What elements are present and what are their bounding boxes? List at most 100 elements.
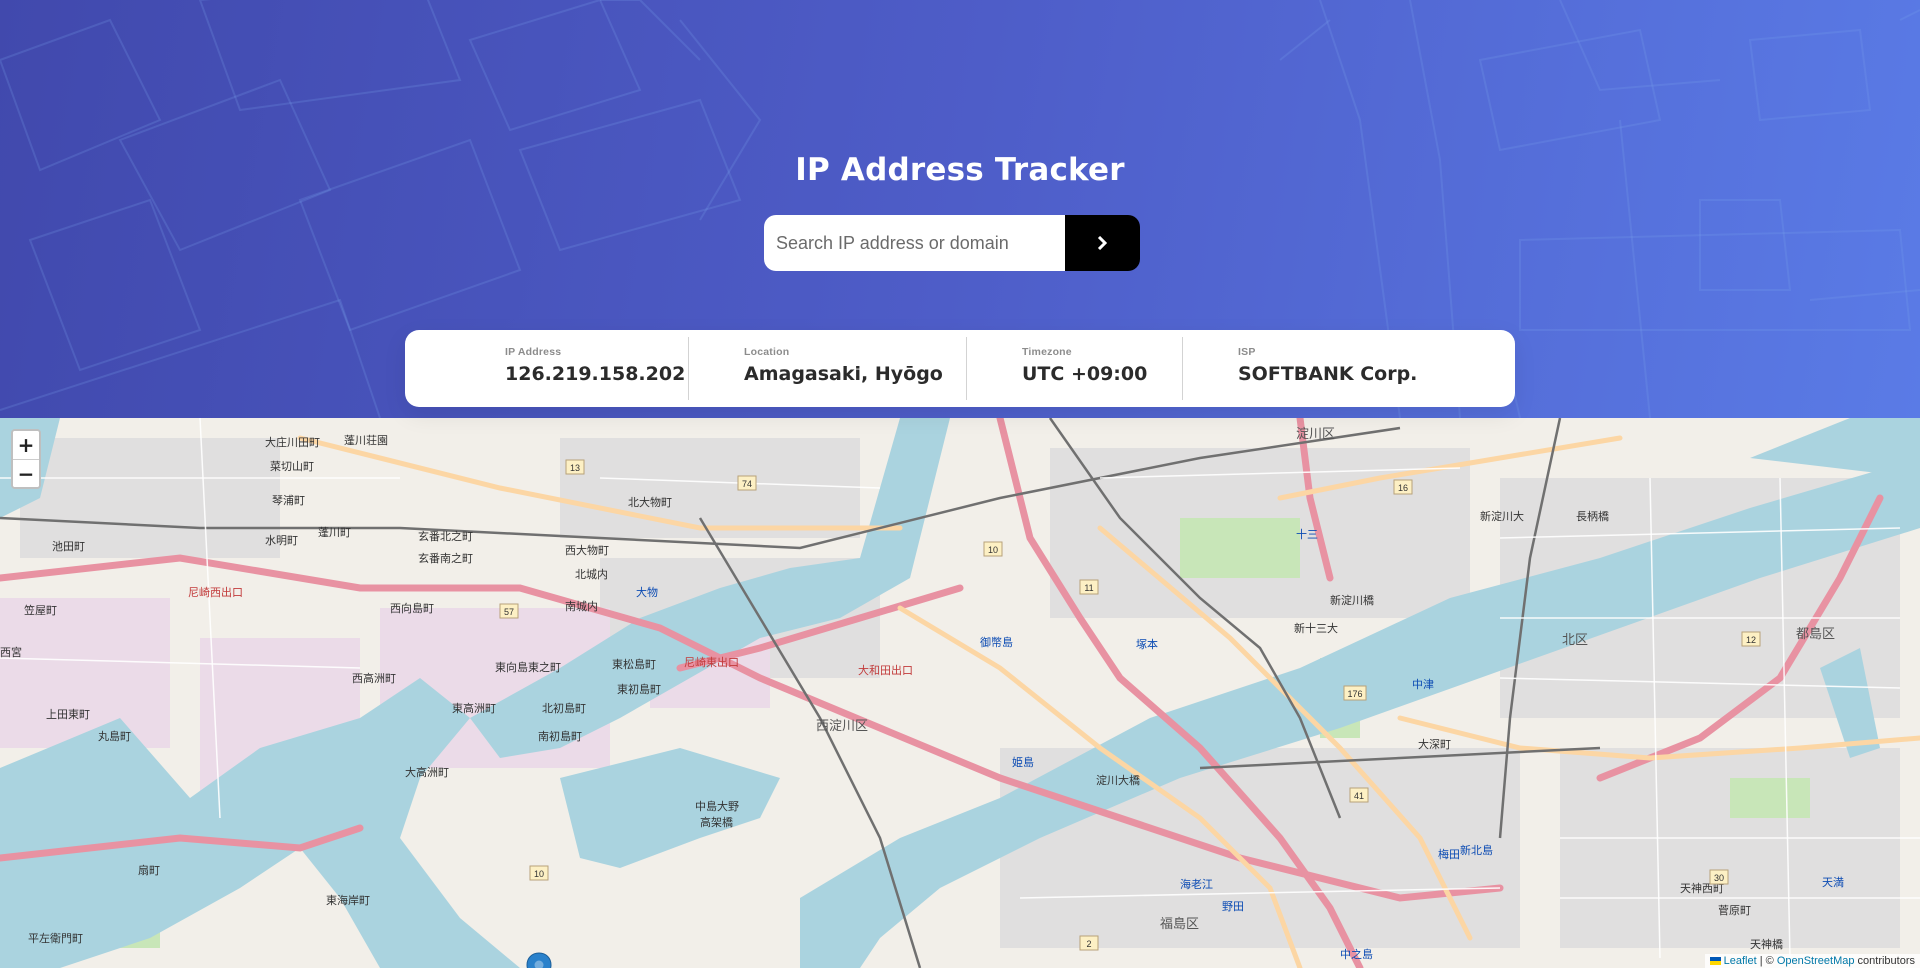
ip-info-panel: IP Address 126.219.158.202 Location Amag…: [405, 330, 1515, 407]
map-label: 池田町: [52, 540, 85, 553]
info-value: Amagasaki, Hyōgo: [744, 363, 943, 385]
map-label: 大庄川田町: [265, 435, 320, 449]
map-label: 海老江: [1180, 877, 1213, 891]
info-value: 126.219.158.202: [505, 363, 686, 385]
route-shield: 13: [570, 463, 580, 473]
search-input[interactable]: [764, 215, 1065, 271]
map-label: 平左衛門町: [28, 932, 83, 945]
attribution-suffix: contributors: [1854, 955, 1915, 967]
route-shield: 30: [1714, 873, 1724, 883]
map-label: 西高洲町: [352, 671, 396, 685]
map-label: 梅田: [1438, 847, 1460, 861]
search-form: [764, 215, 1140, 271]
map-label: 西向島町: [390, 601, 434, 615]
map-label: 玄番北之町: [418, 529, 473, 543]
map-label: 大高洲町: [405, 765, 449, 779]
route-shield: 2: [1086, 939, 1091, 949]
route-shield: 74: [742, 479, 752, 489]
map-label: 西宮: [0, 645, 22, 659]
map-label: 大和田出口: [858, 663, 913, 677]
map-label: 西淀川区: [816, 718, 868, 733]
map-label: 中島大野: [695, 799, 739, 813]
map-label: 東高洲町: [452, 701, 496, 715]
route-shield: 57: [504, 607, 514, 617]
map-label: 十三: [1296, 527, 1318, 541]
zoom-in-button[interactable]: +: [13, 431, 39, 459]
map-label: 東海岸町: [326, 893, 370, 907]
map-label: 姫島: [1012, 755, 1034, 769]
route-shield: 12: [1746, 635, 1756, 645]
info-value: UTC +09:00: [1022, 363, 1148, 385]
map-label: 大物: [636, 585, 658, 599]
map-label: 東松島町: [612, 657, 656, 671]
map-label: 新北島: [1460, 843, 1493, 857]
map-tiles[interactable]: 大庄川田町 菜切山町 琴浦町 水明町 蓬川町 玄番北之町 玄番南之町 西大物町 …: [0, 418, 1920, 968]
map-label: 中之島: [1340, 947, 1373, 961]
map-label: 扇町: [138, 863, 160, 877]
map-label: 尼崎東出口: [684, 655, 739, 669]
map-label: 野田: [1222, 900, 1244, 913]
map-label: 長柄橋: [1576, 509, 1609, 523]
chevron-right-icon: [1097, 236, 1108, 250]
map-label: 琴浦町: [272, 494, 305, 507]
map-attribution: Leaflet | © OpenStreetMap contributors: [1704, 954, 1920, 968]
map-label: 上田東町: [46, 708, 90, 721]
map-label: 南城内: [565, 599, 598, 613]
ukraine-flag-icon: [1709, 957, 1721, 965]
route-shield: 10: [534, 869, 544, 879]
map-label: 東向島東之町: [495, 660, 561, 674]
info-label: Location: [744, 346, 790, 358]
info-value: SOFTBANK Corp.: [1238, 363, 1418, 385]
route-shield: 11: [1084, 583, 1093, 593]
map-label: 淀川区: [1296, 426, 1335, 441]
map-label: 尼崎西出口: [188, 585, 243, 599]
map-label: 水明町: [265, 534, 298, 547]
info-isp: ISP SOFTBANK Corp.: [1183, 330, 1515, 407]
map-label: 新淀川大: [1480, 509, 1524, 523]
location-pin-icon[interactable]: [526, 952, 552, 968]
osm-link[interactable]: OpenStreetMap: [1777, 955, 1855, 967]
map-label: 新十三大: [1294, 621, 1338, 635]
search-button[interactable]: [1065, 215, 1140, 271]
map-label: 塚本: [1136, 637, 1158, 651]
route-shield: 41: [1354, 791, 1364, 801]
map-label: 東初島町: [617, 682, 661, 696]
map-label: 御幣島: [980, 635, 1013, 649]
map-label: 南初島町: [538, 729, 582, 743]
map-label: 菜切山町: [270, 460, 314, 473]
map-label: 北城内: [575, 567, 608, 581]
map-label: 北初島町: [542, 701, 586, 715]
map-label: 菅原町: [1718, 904, 1751, 917]
map-label: 新淀川橋: [1330, 593, 1374, 607]
map-label: 天神橋: [1750, 937, 1783, 951]
map-label: 蓬川荘園: [344, 434, 388, 447]
map-label: 笠屋町: [24, 603, 57, 617]
leaflet-link[interactable]: Leaflet: [1724, 955, 1757, 967]
info-label: IP Address: [505, 346, 562, 358]
map-label: 北区: [1562, 632, 1588, 647]
map-label: 丸島町: [98, 729, 131, 743]
map-label: 蓬川町: [318, 526, 351, 539]
map-label: 淀川大橋: [1096, 773, 1140, 787]
map-label: 大深町: [1418, 737, 1451, 751]
route-shield: 176: [1347, 689, 1362, 699]
map[interactable]: 大庄川田町 菜切山町 琴浦町 水明町 蓬川町 玄番北之町 玄番南之町 西大物町 …: [0, 418, 1920, 968]
map-label: 西大物町: [565, 543, 609, 557]
map-label: 高架橋: [700, 815, 733, 829]
route-shield: 16: [1398, 483, 1408, 493]
page-title: IP Address Tracker: [795, 152, 1125, 188]
map-label: 北大物町: [628, 495, 672, 509]
route-shield: 10: [988, 545, 998, 555]
zoom-control: + −: [11, 429, 41, 489]
map-label: 中津: [1412, 678, 1434, 691]
info-label: Timezone: [1022, 346, 1072, 358]
info-ip-address: IP Address 126.219.158.202: [405, 330, 688, 407]
attribution-separator: | ©: [1756, 955, 1777, 967]
zoom-out-button[interactable]: −: [13, 459, 39, 487]
map-label: 天満: [1822, 876, 1844, 889]
info-label: ISP: [1238, 346, 1256, 358]
info-timezone: Timezone UTC +09:00: [967, 330, 1182, 407]
map-label: 都島区: [1796, 626, 1835, 641]
info-location: Location Amagasaki, Hyōgo: [689, 330, 966, 407]
map-label: 福島区: [1160, 916, 1199, 931]
